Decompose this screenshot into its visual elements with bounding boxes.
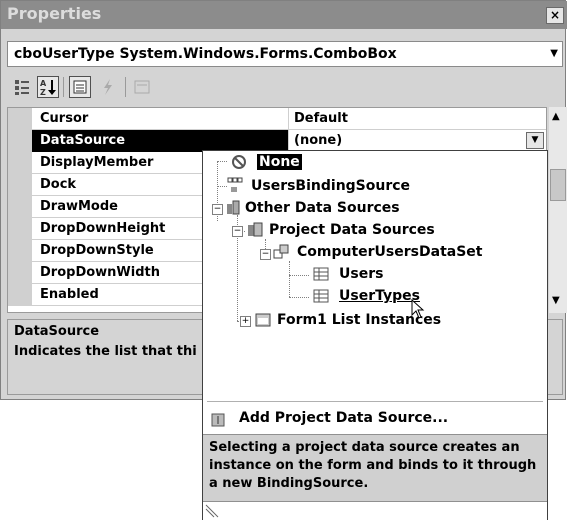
tree-line (289, 261, 290, 297)
tree-label: UsersBindingSource (251, 178, 411, 194)
row-gutter (8, 196, 32, 218)
tree-line (217, 161, 227, 162)
row-gutter (8, 174, 32, 196)
tree-label: None (257, 154, 302, 170)
tree-label: ComputerUsersDataSet (297, 244, 483, 260)
add-datasource-label: Add Project Data Source... (239, 410, 449, 426)
tree-label: Other Data Sources (245, 200, 400, 216)
property-pages-icon[interactable] (131, 76, 153, 98)
property-name: DisplayMember (40, 155, 154, 170)
row-gutter (8, 152, 32, 174)
property-name: DropDownHeight (40, 221, 166, 236)
separator (207, 401, 543, 402)
categorized-icon[interactable] (11, 76, 33, 98)
datasource-dropdown: None UsersBindingSource − Other Data Sou… (202, 150, 548, 520)
tree-label: UserTypes (339, 288, 420, 304)
svg-text:A: A (40, 79, 47, 88)
chevron-down-icon[interactable]: ▼ (550, 48, 558, 59)
row-gutter (8, 108, 32, 130)
row-gutter (8, 262, 32, 284)
binding-source-icon (227, 177, 243, 192)
project-icon (248, 222, 263, 237)
toolbar-separator (125, 77, 126, 97)
property-name: DropDownStyle (40, 243, 154, 258)
tree-line (217, 186, 227, 187)
form-icon (255, 313, 271, 327)
grid-scrollbar[interactable]: ▲ ▼ (549, 107, 567, 313)
datasource-tree: None UsersBindingSource − Other Data Sou… (203, 151, 547, 401)
help-text-panel: Selecting a project data source creates … (203, 434, 547, 501)
property-value: (none) (294, 133, 343, 148)
description-text: Indicates the list that thi (14, 344, 197, 359)
tree-line (289, 297, 309, 298)
scroll-thumb[interactable] (550, 169, 566, 201)
dataset-icon (273, 244, 289, 259)
object-selector[interactable]: cboUserType System.Windows.Forms.ComboBo… (7, 41, 563, 67)
collapse-icon[interactable]: − (232, 226, 243, 237)
object-selector-value: cboUserType System.Windows.Forms.ComboBo… (14, 46, 397, 62)
close-button[interactable]: × (546, 7, 564, 24)
column-divider (288, 130, 289, 152)
tree-line (289, 275, 309, 276)
property-name: DrawMode (40, 199, 118, 214)
svg-text:Z: Z (40, 88, 46, 97)
help-text: Selecting a project data source creates … (209, 440, 537, 491)
table-icon (313, 267, 329, 281)
column-divider (288, 108, 289, 130)
description-title: DataSource (14, 324, 100, 339)
row-gutter (8, 240, 32, 262)
none-icon (232, 155, 246, 169)
events-icon[interactable] (97, 76, 119, 98)
scroll-down-icon[interactable]: ▼ (552, 295, 560, 306)
dropdown-button[interactable]: ▼ (526, 132, 544, 149)
mouse-pointer-icon (411, 299, 425, 319)
title-bar[interactable]: Properties × (1, 1, 567, 29)
row-gutter (8, 130, 32, 152)
property-name: DropDownWidth (40, 265, 160, 280)
row-gutter (8, 218, 32, 240)
property-row-cursor[interactable]: Cursor Default (8, 108, 546, 130)
resize-grip-icon (205, 504, 219, 518)
expand-icon[interactable]: + (240, 316, 251, 327)
properties-icon[interactable] (69, 76, 91, 98)
property-name: Cursor (40, 111, 89, 126)
tree-label: Project Data Sources (269, 222, 435, 238)
alphabetical-icon[interactable]: AZ (37, 76, 59, 98)
add-datasource-icon (211, 413, 225, 427)
resize-grip[interactable] (203, 501, 547, 520)
scroll-up-icon[interactable]: ▲ (552, 111, 560, 122)
property-name: Enabled (40, 287, 99, 302)
collapse-icon[interactable]: − (212, 204, 223, 215)
property-name: Dock (40, 177, 77, 192)
property-name: DataSource (40, 133, 126, 148)
window-title: Properties (7, 4, 102, 23)
property-row-datasource[interactable]: DataSource (none) ▼ (8, 130, 546, 152)
row-gutter (8, 284, 32, 306)
toolbar-separator (63, 77, 64, 97)
table-icon (313, 289, 329, 303)
property-value: Default (294, 111, 348, 126)
tree-label: Users (339, 266, 384, 282)
database-icon (227, 200, 240, 215)
collapse-icon[interactable]: − (260, 249, 271, 260)
